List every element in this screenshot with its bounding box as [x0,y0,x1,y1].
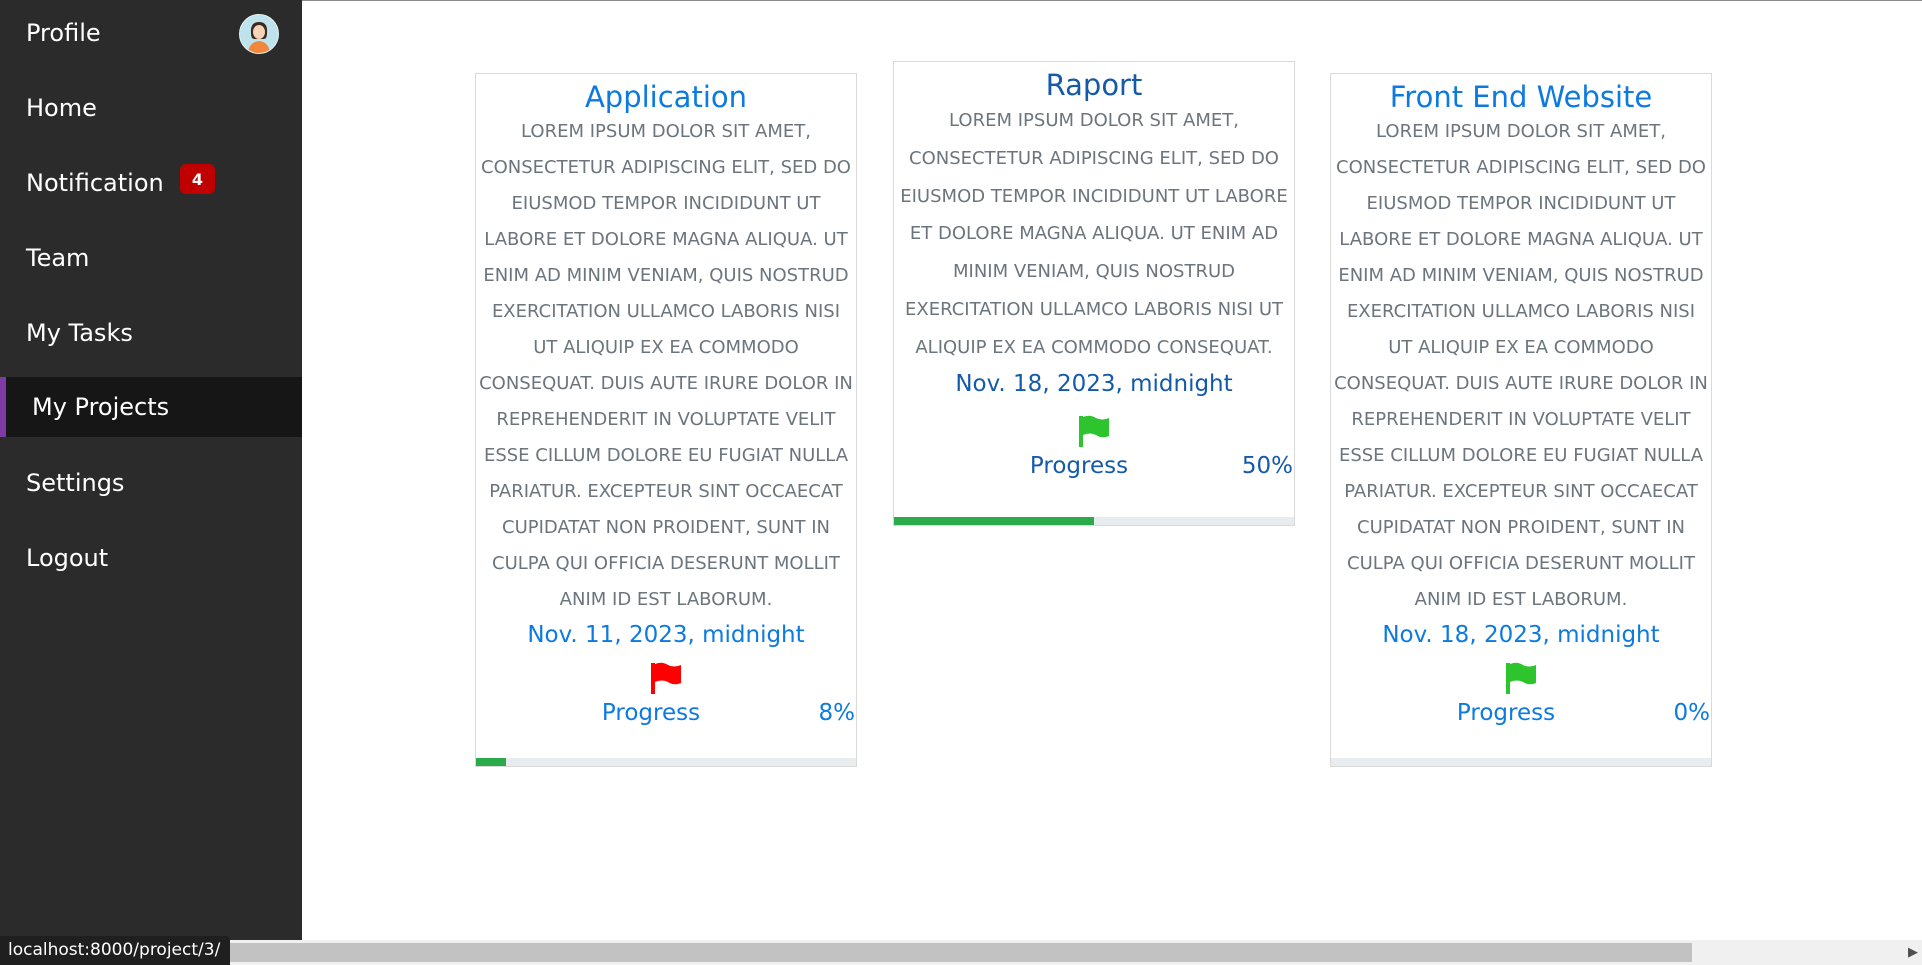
project-title[interactable]: Application [476,78,856,116]
red-flag-icon [651,662,681,694]
progress-bar-fill [476,758,507,766]
progress-label: Progress [1456,700,1556,726]
project-due-date: Nov. 11, 2023, midnight [527,622,805,648]
green-flag-icon [1506,662,1536,694]
progress-row: Progress 0% [1331,696,1711,736]
progress-bar-fill [894,517,1094,525]
project-card[interactable]: Front End Website Lorem ipsum dolor sit … [1330,73,1712,767]
top-border [302,0,1922,1]
sidebar-item-label: Profile [26,19,101,47]
sidebar-item-label: Team [26,244,90,272]
sidebar-item-label: Settings [26,469,125,497]
progress-percent: 0% [1673,700,1711,726]
project-card[interactable]: Raport Lorem ipsum dolor sit amet, conse… [893,61,1295,526]
sidebar-item-my-projects[interactable]: My Projects [0,377,302,437]
green-flag-icon [1079,415,1109,447]
progress-bar [476,758,856,766]
sidebar-item-my-tasks[interactable]: My Tasks [0,303,302,363]
sidebar-item-label: My Tasks [26,319,133,347]
progress-label: Progress [601,700,701,726]
project-due-date: Nov. 18, 2023, midnight [955,370,1233,397]
progress-percent: 50% [1241,452,1293,479]
project-title[interactable]: Front End Website [1331,78,1711,116]
sidebar-item-settings[interactable]: Settings [0,453,302,513]
sidebar-item-label: Logout [26,544,109,572]
sidebar-item-home[interactable]: Home [0,78,302,138]
sidebar-item-notification[interactable]: Notification [0,153,302,213]
project-description: Lorem ipsum dolor sit amet, consectetur … [900,110,1288,358]
progress-label: Progress [1029,452,1129,479]
progress-row: Progress 8% [476,696,856,736]
progress-bar [894,517,1294,525]
progress-bar [1331,758,1711,766]
progress-row: Progress 50% [894,449,1294,485]
project-description: Lorem ipsum dolor sit amet, consectetur … [479,121,853,610]
project-due-date: Nov. 18, 2023, midnight [1382,622,1660,648]
project-title[interactable]: Raport [894,66,1294,104]
sidebar-item-label: My Projects [32,393,170,421]
scroll-right-arrow-icon[interactable]: ▶ [1908,945,1918,960]
sidebar-item-label: Home [26,94,97,122]
sidebar-item-label: Notification [26,169,164,197]
project-card[interactable]: Application Lorem ipsum dolor sit amet, … [475,73,857,767]
horizontal-scrollbar[interactable]: ▶ [220,940,1922,965]
user-avatar-icon[interactable] [239,14,279,54]
sidebar-item-team[interactable]: Team [0,228,302,288]
status-bar-url: localhost:8000/project/3/ [0,936,231,965]
scrollbar-thumb[interactable] [222,943,1692,962]
sidebar: Profile Home Notification 4 Team My Task… [0,0,302,940]
notification-count-badge: 4 [180,164,215,194]
progress-percent: 8% [818,700,856,726]
sidebar-item-logout[interactable]: Logout [0,528,302,588]
project-description: Lorem ipsum dolor sit amet, consectetur … [1334,121,1708,610]
